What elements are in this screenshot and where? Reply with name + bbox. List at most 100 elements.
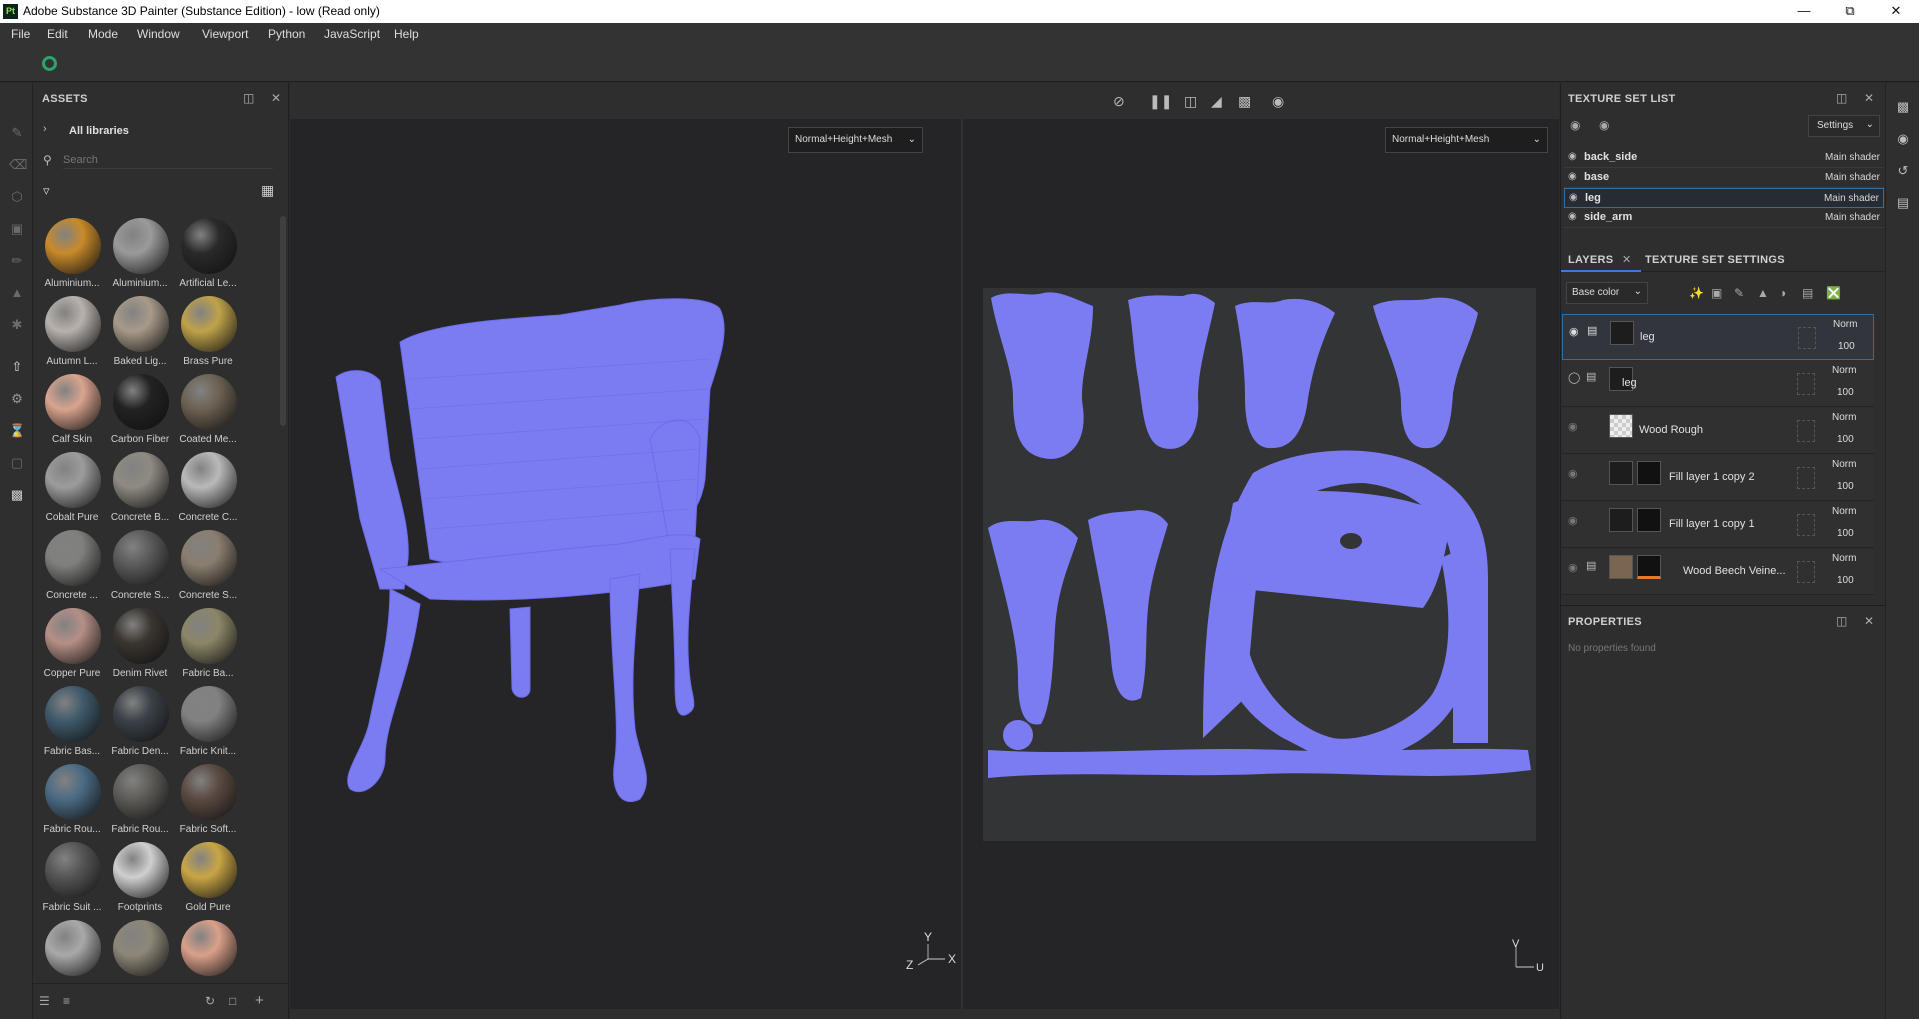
cube-view-icon[interactable]: ◢	[1211, 93, 1222, 110]
asset-tile[interactable]: Brass Pure	[174, 294, 242, 372]
asset-tile[interactable]: Fabric Knit...	[174, 684, 242, 762]
asset-tile[interactable]	[174, 918, 242, 976]
color-picker-icon[interactable]: ✱	[9, 317, 25, 333]
visibility-toggle-icon[interactable]: ◉	[1570, 118, 1580, 132]
assets-toggle-icon[interactable]: ⇧	[9, 359, 25, 375]
chevron-right-icon[interactable]: ›	[43, 123, 47, 135]
asset-tile[interactable]: Baked Lig...	[106, 294, 174, 372]
layer-row[interactable]: ◉ ▤ Wood Beech Veine... Norm 100	[1562, 549, 1874, 595]
eye-icon[interactable]: ◉	[1568, 151, 1577, 162]
viewport-divider[interactable]	[961, 119, 963, 1019]
eye-icon[interactable]: ◉	[1568, 211, 1577, 222]
blend-mode-select[interactable]: Norm	[1833, 319, 1857, 330]
add-mask-icon[interactable]: ▣	[1711, 286, 1722, 300]
asset-tile[interactable]: Fabric Rou...	[106, 762, 174, 840]
search-input[interactable]	[63, 151, 273, 169]
layer-row[interactable]: ◉ Fill layer 1 copy 2 Norm 100	[1562, 455, 1874, 501]
shader-name[interactable]: Main shader	[1825, 152, 1880, 163]
menu-edit[interactable]: Edit	[47, 27, 68, 41]
add-folder-icon[interactable]: ▤	[1802, 286, 1813, 300]
environment-icon[interactable]: ◉	[1895, 131, 1911, 147]
shader-name[interactable]: Main shader	[1825, 172, 1880, 183]
list-options-icon[interactable]: ☰	[39, 994, 50, 1008]
layer-row[interactable]: ◉ Fill layer 1 copy 1 Norm 100	[1562, 502, 1874, 548]
layer-name[interactable]: leg	[1622, 377, 1637, 389]
eye-icon[interactable]: ◉	[1569, 325, 1579, 338]
add-effect-icon[interactable]: ✨	[1689, 286, 1704, 300]
texture-set-row[interactable]: ◉ base Main shader	[1564, 168, 1884, 188]
asset-tile[interactable]: Gold Pure	[174, 840, 242, 918]
asset-tile[interactable]: Aluminium...	[38, 216, 106, 294]
viewport-uv-mode-select[interactable]: Normal+Height+Mesh ⌄	[1385, 127, 1548, 153]
asset-tile[interactable]: Fabric Rou...	[38, 762, 106, 840]
close-panel-icon[interactable]: ✕	[1864, 614, 1874, 628]
close-tab-icon[interactable]: ✕	[1622, 253, 1631, 266]
projection-icon[interactable]: ⬡	[9, 189, 25, 205]
refresh-icon[interactable]: ↻	[205, 994, 215, 1008]
opacity-value[interactable]: 100	[1837, 575, 1854, 586]
filter-icon[interactable]: ▿	[43, 183, 50, 199]
asset-tile[interactable]: Aluminium...	[106, 216, 174, 294]
texture-set-row[interactable]: ◉ side_arm Main shader	[1564, 208, 1884, 228]
menu-python[interactable]: Python	[268, 27, 305, 41]
asset-tile[interactable]: Fabric Den...	[106, 684, 174, 762]
eye-icon[interactable]: ◉	[1568, 420, 1578, 433]
grid-view-icon[interactable]: ▦	[261, 182, 274, 199]
layer-mask-slot[interactable]	[1797, 561, 1815, 583]
asset-tile[interactable]: Coated Me...	[174, 372, 242, 450]
layer-name[interactable]: Wood Beech Veine...	[1683, 565, 1786, 577]
asset-tile[interactable]	[38, 918, 106, 976]
sort-icon[interactable]: ≡	[63, 994, 70, 1008]
viewport[interactable]: ⊘ ❚❚ ◫ ◢ ▩ ◉ Normal+Height+Mesh ⌄ Normal…	[290, 83, 1559, 1019]
float-panel-icon[interactable]: ◫	[1836, 614, 1847, 628]
asset-tile[interactable]: Calf Skin	[38, 372, 106, 450]
eye-icon[interactable]: ◯	[1568, 371, 1580, 384]
display-settings-icon[interactable]: ▩	[1895, 99, 1911, 115]
float-panel-icon[interactable]: ◫	[1836, 91, 1847, 105]
eye-icon[interactable]: ◉	[1568, 467, 1578, 480]
clone-stamp-icon[interactable]: ▲	[9, 285, 25, 301]
blend-mode-select[interactable]: Norm	[1832, 459, 1856, 470]
menu-javascript[interactable]: JavaScript	[324, 27, 380, 41]
library-breadcrumb[interactable]: All libraries	[69, 125, 129, 137]
eye-icon[interactable]: ◉	[1568, 171, 1577, 182]
menu-help[interactable]: Help	[394, 27, 419, 41]
settings-dropdown[interactable]: Settings ⌄	[1808, 115, 1880, 137]
asset-tile[interactable]	[106, 918, 174, 976]
restore-button[interactable]: ⧉	[1827, 0, 1873, 23]
eye-icon[interactable]: ◉	[1569, 192, 1578, 203]
layer-mask-slot[interactable]	[1798, 327, 1816, 349]
layer-name[interactable]: leg	[1640, 331, 1655, 343]
add-smart-material-icon[interactable]: ◑	[1779, 286, 1786, 300]
asset-tile[interactable]: Fabric Bas...	[38, 684, 106, 762]
layer-mask-slot[interactable]	[1797, 514, 1815, 536]
layer-mask-slot[interactable]	[1797, 420, 1815, 442]
asset-tile[interactable]: Concrete C...	[174, 450, 242, 528]
opacity-value[interactable]: 100	[1838, 341, 1855, 352]
layer-name[interactable]: Fill layer 1 copy 1	[1669, 518, 1755, 530]
asset-tile[interactable]: Concrete S...	[174, 528, 242, 606]
layer-mask-slot[interactable]	[1797, 373, 1815, 395]
channel-dropdown[interactable]: Base color ⌄	[1566, 282, 1648, 304]
layer-name[interactable]: Wood Rough	[1639, 424, 1703, 436]
add-paint-layer-icon[interactable]: ✎	[1734, 286, 1744, 300]
smudge-icon[interactable]: ✏	[9, 253, 25, 269]
blend-mode-select[interactable]: Norm	[1832, 553, 1856, 564]
split-view-icon[interactable]: ◫	[1184, 93, 1197, 110]
delete-layer-icon[interactable]: ❎	[1826, 286, 1841, 300]
new-folder-icon[interactable]: □	[229, 994, 236, 1008]
camera-icon[interactable]: ▩	[1238, 93, 1251, 110]
active-tool-icon[interactable]	[42, 56, 57, 71]
float-panel-icon[interactable]: ◫	[243, 91, 254, 105]
log-icon[interactable]: ▤	[1895, 195, 1911, 211]
asset-tile[interactable]: Copper Pure	[38, 606, 106, 684]
asset-tile[interactable]: Concrete ...	[38, 528, 106, 606]
asset-tile[interactable]: Carbon Fiber	[106, 372, 174, 450]
close-window-button[interactable]: ✕	[1873, 0, 1919, 23]
close-panel-icon[interactable]: ✕	[1864, 91, 1874, 105]
tab-layers[interactable]: LAYERS ✕	[1561, 248, 1641, 272]
texture-set-row[interactable]: ◉ back_side Main shader	[1564, 148, 1884, 168]
asset-tile[interactable]: Concrete S...	[106, 528, 174, 606]
pause-icon[interactable]: ❚❚	[1149, 93, 1172, 110]
layer-mask-slot[interactable]	[1797, 467, 1815, 489]
